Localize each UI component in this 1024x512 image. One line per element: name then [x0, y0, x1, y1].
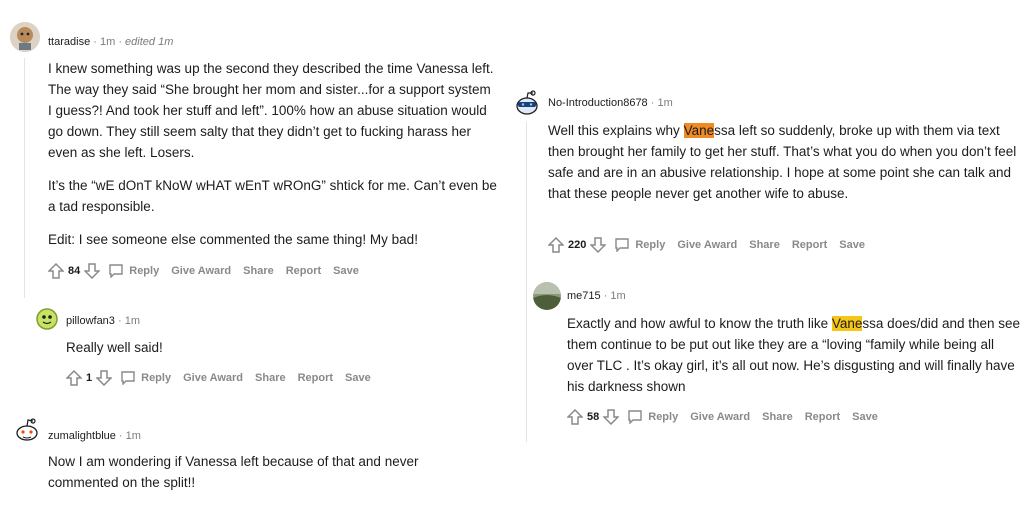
comment-body: Really well said! — [66, 337, 486, 370]
vote-count: 58 — [587, 411, 600, 423]
avatar[interactable] — [34, 306, 60, 332]
downvote-icon[interactable] — [96, 370, 113, 386]
give-award-button[interactable]: Give Award — [183, 372, 243, 384]
comment-body: Exactly and how awful to know the truth … — [567, 313, 1022, 409]
username[interactable]: ttaradise — [48, 36, 90, 48]
give-award-button[interactable]: Give Award — [171, 265, 231, 277]
username[interactable]: me715 — [567, 290, 601, 302]
search-highlight: Vane — [683, 123, 715, 138]
comment-body: Well this explains why Vanessa left so s… — [548, 120, 1024, 216]
thread-line[interactable] — [24, 58, 25, 298]
reply-icon[interactable] — [614, 238, 630, 252]
comment-paragraph: Really well said! — [66, 340, 163, 355]
comment-body: I knew something was up the second they … — [48, 58, 498, 262]
timestamp: · 1m — [115, 430, 141, 442]
share-button[interactable]: Share — [749, 239, 780, 251]
comment-text: Well this explains why — [548, 123, 684, 138]
avatar[interactable] — [533, 282, 561, 310]
save-button[interactable]: Save — [839, 239, 865, 251]
upvote-icon[interactable] — [48, 263, 64, 279]
timestamp: · 1m — [600, 290, 626, 302]
reply-button[interactable]: Reply — [129, 265, 159, 277]
reply-icon[interactable] — [108, 264, 124, 278]
reply-button[interactable]: Reply — [635, 239, 665, 251]
avatar[interactable] — [12, 414, 42, 444]
username[interactable]: pillowfan3 — [66, 315, 115, 327]
upvote-icon[interactable] — [66, 370, 82, 386]
edited-label: edited 1m — [125, 36, 174, 48]
thread-line[interactable] — [526, 122, 527, 442]
vote-count: 220 — [568, 239, 587, 251]
save-button[interactable]: Save — [333, 265, 359, 277]
share-button[interactable]: Share — [255, 372, 286, 384]
comment-paragraph: Now I am wondering if Vanessa left becau… — [48, 454, 419, 490]
report-button[interactable]: Report — [792, 239, 827, 251]
comment-paragraph: It’s the “wE dOnT kNoW wHAT wEnT wROnG” … — [48, 178, 497, 214]
avatar[interactable] — [512, 88, 542, 118]
comment-paragraph: I knew something was up the second they … — [48, 61, 494, 160]
report-button[interactable]: Report — [805, 411, 840, 423]
reply-button[interactable]: Reply — [648, 411, 678, 423]
report-button[interactable]: Report — [286, 265, 321, 277]
vote-count: 1 — [86, 372, 93, 384]
username[interactable]: No-Introduction8678 — [548, 97, 648, 109]
reply-icon[interactable] — [120, 371, 136, 385]
give-award-button[interactable]: Give Award — [677, 239, 737, 251]
comment-text: Exactly and how awful to know the truth … — [567, 316, 832, 331]
downvote-icon[interactable] — [590, 237, 607, 253]
comment-actions: 58 Reply Give Award Share Report Save — [567, 409, 890, 425]
vote-count: 84 — [68, 265, 81, 277]
report-button[interactable]: Report — [298, 372, 333, 384]
username[interactable]: zumalightblue — [48, 430, 116, 442]
search-highlight: Vane — [831, 316, 863, 331]
save-button[interactable]: Save — [852, 411, 878, 423]
comment-actions: 84 Reply Give Award Share Report Save — [48, 263, 371, 279]
reply-button[interactable]: Reply — [141, 372, 171, 384]
reply-icon[interactable] — [627, 410, 643, 424]
share-button[interactable]: Share — [762, 411, 793, 423]
downvote-icon[interactable] — [84, 263, 101, 279]
upvote-icon[interactable] — [548, 237, 564, 253]
comment-body: Now I am wondering if Vanessa left becau… — [48, 451, 468, 505]
timestamp: · 1m — [647, 97, 673, 109]
timestamp: · 1m · — [90, 36, 126, 48]
comment-actions: 220 Reply Give Award Share Report Save — [548, 237, 877, 253]
give-award-button[interactable]: Give Award — [690, 411, 750, 423]
upvote-icon[interactable] — [567, 409, 583, 425]
share-button[interactable]: Share — [243, 265, 274, 277]
avatar[interactable] — [10, 22, 40, 52]
save-button[interactable]: Save — [345, 372, 371, 384]
downvote-icon[interactable] — [603, 409, 620, 425]
timestamp: · 1m — [114, 315, 140, 327]
comment-paragraph: Edit: I see someone else commented the s… — [48, 232, 418, 247]
comment-actions: 1 Reply Give Award Share Report Save — [66, 370, 383, 386]
